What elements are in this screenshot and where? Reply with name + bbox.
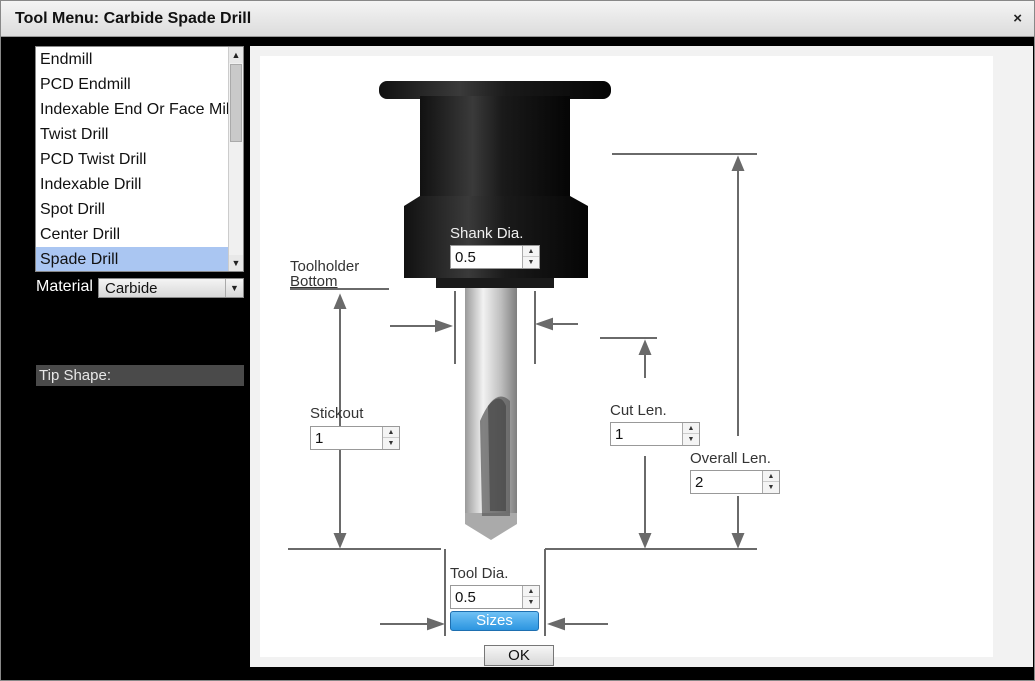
decrement-icon[interactable]: ▼ xyxy=(683,434,699,445)
increment-icon[interactable]: ▲ xyxy=(763,471,779,482)
increment-icon[interactable]: ▲ xyxy=(383,427,399,438)
scroll-thumb[interactable] xyxy=(230,64,242,142)
overall-len-input[interactable]: 2 ▲ ▼ xyxy=(690,470,780,494)
overall-len-value: 2 xyxy=(695,474,704,491)
stickout-input[interactable]: 1 ▲ ▼ xyxy=(310,426,400,450)
decrement-icon[interactable]: ▼ xyxy=(383,438,399,449)
shank-dia-input[interactable]: 0.5 ▲ ▼ xyxy=(450,245,540,269)
drill-shank-icon xyxy=(465,288,517,540)
tool-diagram-graphic xyxy=(250,46,1033,667)
stickout-value: 1 xyxy=(315,430,324,447)
list-item[interactable]: Indexable End Or Face Mill xyxy=(36,97,233,122)
tool-diagram: Shank Dia. 0.5 ▲ ▼ Toolholder Bottom Stic… xyxy=(250,46,1033,667)
dropdown-arrow-icon[interactable]: ▼ xyxy=(225,279,243,297)
list-item[interactable]: Endmill xyxy=(36,47,230,72)
cut-len-value: 1 xyxy=(615,426,624,443)
close-button[interactable]: × xyxy=(1013,10,1022,27)
tool-dia-input[interactable]: 0.5 ▲ ▼ xyxy=(450,585,540,609)
title-bar[interactable]: Tool Menu: Carbide Spade Drill × xyxy=(1,1,1034,37)
decrement-icon[interactable]: ▼ xyxy=(523,257,539,268)
list-item-selected[interactable]: Spade Drill xyxy=(36,247,230,271)
shank-dia-label: Shank Dia. xyxy=(450,225,524,242)
tool-menu-window: Tool Menu: Carbide Spade Drill × Endmill… xyxy=(0,0,1035,681)
material-select[interactable]: Carbide ▼ xyxy=(98,278,244,298)
overall-len-label: Overall Len. xyxy=(690,450,771,467)
stickout-label: Stickout xyxy=(310,405,364,422)
ok-button[interactable]: OK xyxy=(484,645,554,666)
tool-dia-label: Tool Dia. xyxy=(450,565,509,582)
list-item[interactable]: PCD Endmill xyxy=(36,72,230,97)
tool-dia-value: 0.5 xyxy=(455,589,476,606)
toolholder-bottom-label-line2: Bottom xyxy=(290,273,338,290)
scroll-up-arrow-icon[interactable]: ▲ xyxy=(229,47,243,63)
increment-icon[interactable]: ▲ xyxy=(523,246,539,257)
sizes-button[interactable]: Sizes xyxy=(450,611,539,631)
scroll-down-arrow-icon[interactable]: ▼ xyxy=(229,255,243,271)
list-item[interactable]: Twist Drill xyxy=(36,122,230,147)
list-item[interactable]: PCD Twist Drill xyxy=(36,147,230,172)
list-item[interactable]: Center Drill xyxy=(36,222,230,247)
tip-shape-header: Tip Shape: xyxy=(36,365,244,386)
increment-icon[interactable]: ▲ xyxy=(683,423,699,434)
window-title: Tool Menu: Carbide Spade Drill xyxy=(15,10,252,27)
list-item[interactable]: Indexable Drill xyxy=(36,172,230,197)
tool-type-list[interactable]: Endmill PCD Endmill Indexable End Or Fac… xyxy=(35,46,244,272)
material-value: Carbide xyxy=(105,280,158,297)
material-label: Material xyxy=(36,278,93,295)
decrement-icon[interactable]: ▼ xyxy=(763,482,779,493)
list-scrollbar[interactable]: ▲ ▼ xyxy=(228,47,243,271)
cut-len-label: Cut Len. xyxy=(610,402,667,419)
increment-icon[interactable]: ▲ xyxy=(523,586,539,597)
cut-len-input[interactable]: 1 ▲ ▼ xyxy=(610,422,700,446)
decrement-icon[interactable]: ▼ xyxy=(523,597,539,608)
list-item[interactable]: Spot Drill xyxy=(36,197,230,222)
shank-dia-value: 0.5 xyxy=(455,249,476,266)
